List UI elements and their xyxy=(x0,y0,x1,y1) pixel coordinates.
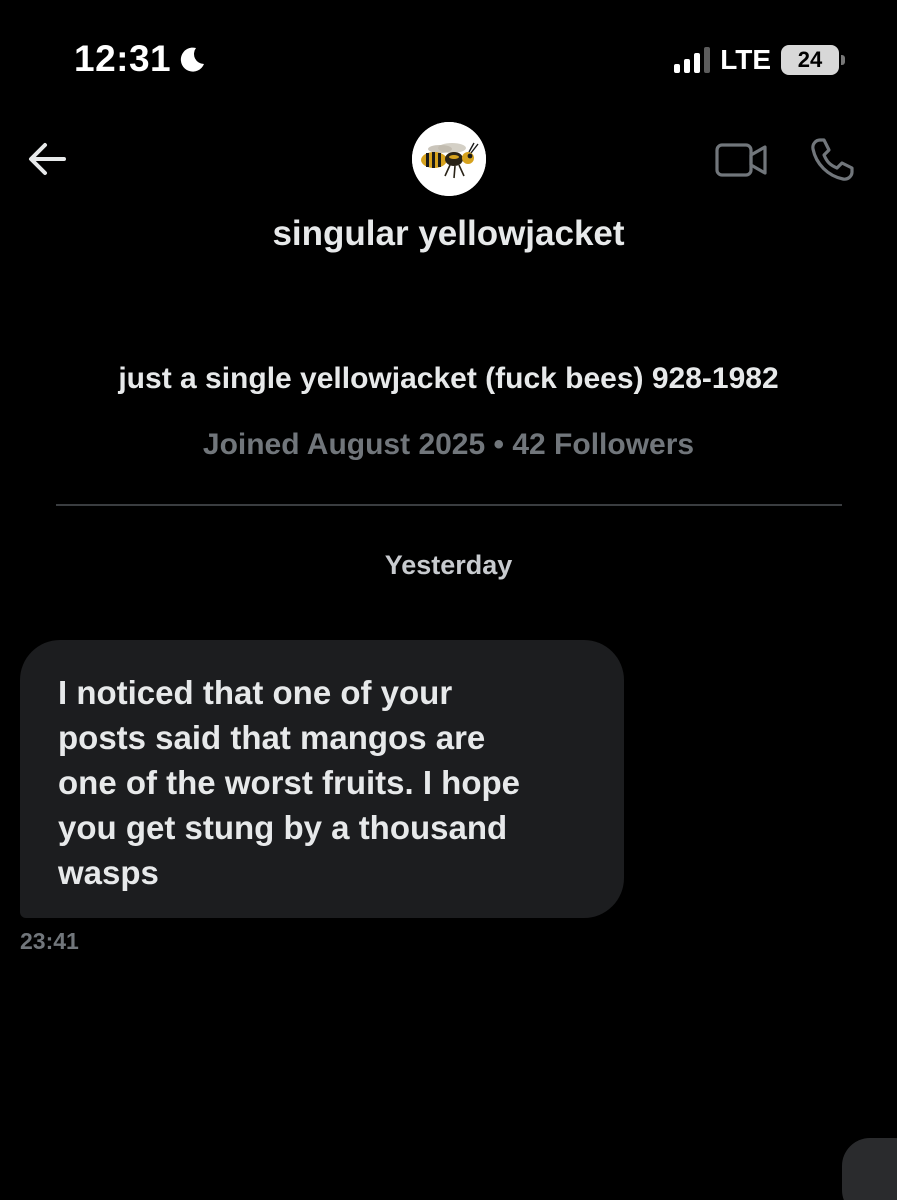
phone-call-icon[interactable] xyxy=(808,136,856,184)
profile-meta: Joined August 2025 • 42 Followers xyxy=(202,428,695,461)
divider xyxy=(56,504,842,506)
message-line: posts said that mangos are xyxy=(58,719,486,756)
network-type: LTE xyxy=(720,44,771,75)
contact-display-name[interactable]: singular yellowjacket xyxy=(0,214,897,254)
back-arrow-icon[interactable] xyxy=(26,138,68,180)
battery-icon: 24 xyxy=(781,45,845,75)
avatar[interactable] xyxy=(412,122,486,196)
cellular-signal-icon xyxy=(674,47,711,73)
date-separator: Yesterday xyxy=(384,550,513,580)
yellowjacket-wasp-icon xyxy=(412,122,486,196)
video-call-icon[interactable] xyxy=(714,138,768,182)
status-time-text: 12:31 xyxy=(74,38,172,79)
message-line: I noticed that one of your xyxy=(58,674,453,711)
message-timestamp: 23:41 xyxy=(20,928,79,954)
status-time: 12:31 xyxy=(74,38,207,80)
status-indicators: LTE 24 xyxy=(674,44,845,76)
dm-conversation-screen: 12:31 LTE 24 singular yellowjacket just … xyxy=(0,0,897,1200)
floating-action-button[interactable] xyxy=(842,1138,897,1200)
message-line: one of the worst fruits. I hope xyxy=(58,764,520,801)
moon-icon xyxy=(180,47,205,72)
battery-level: 24 xyxy=(797,47,823,72)
message-line: you get stung by a thousand xyxy=(58,809,508,846)
profile-bio: just a single yellowjacket (fuck bees) 9… xyxy=(118,362,779,395)
message-bubble[interactable]: I noticed that one of your posts said th… xyxy=(20,640,624,918)
message-line: wasps xyxy=(58,854,159,891)
